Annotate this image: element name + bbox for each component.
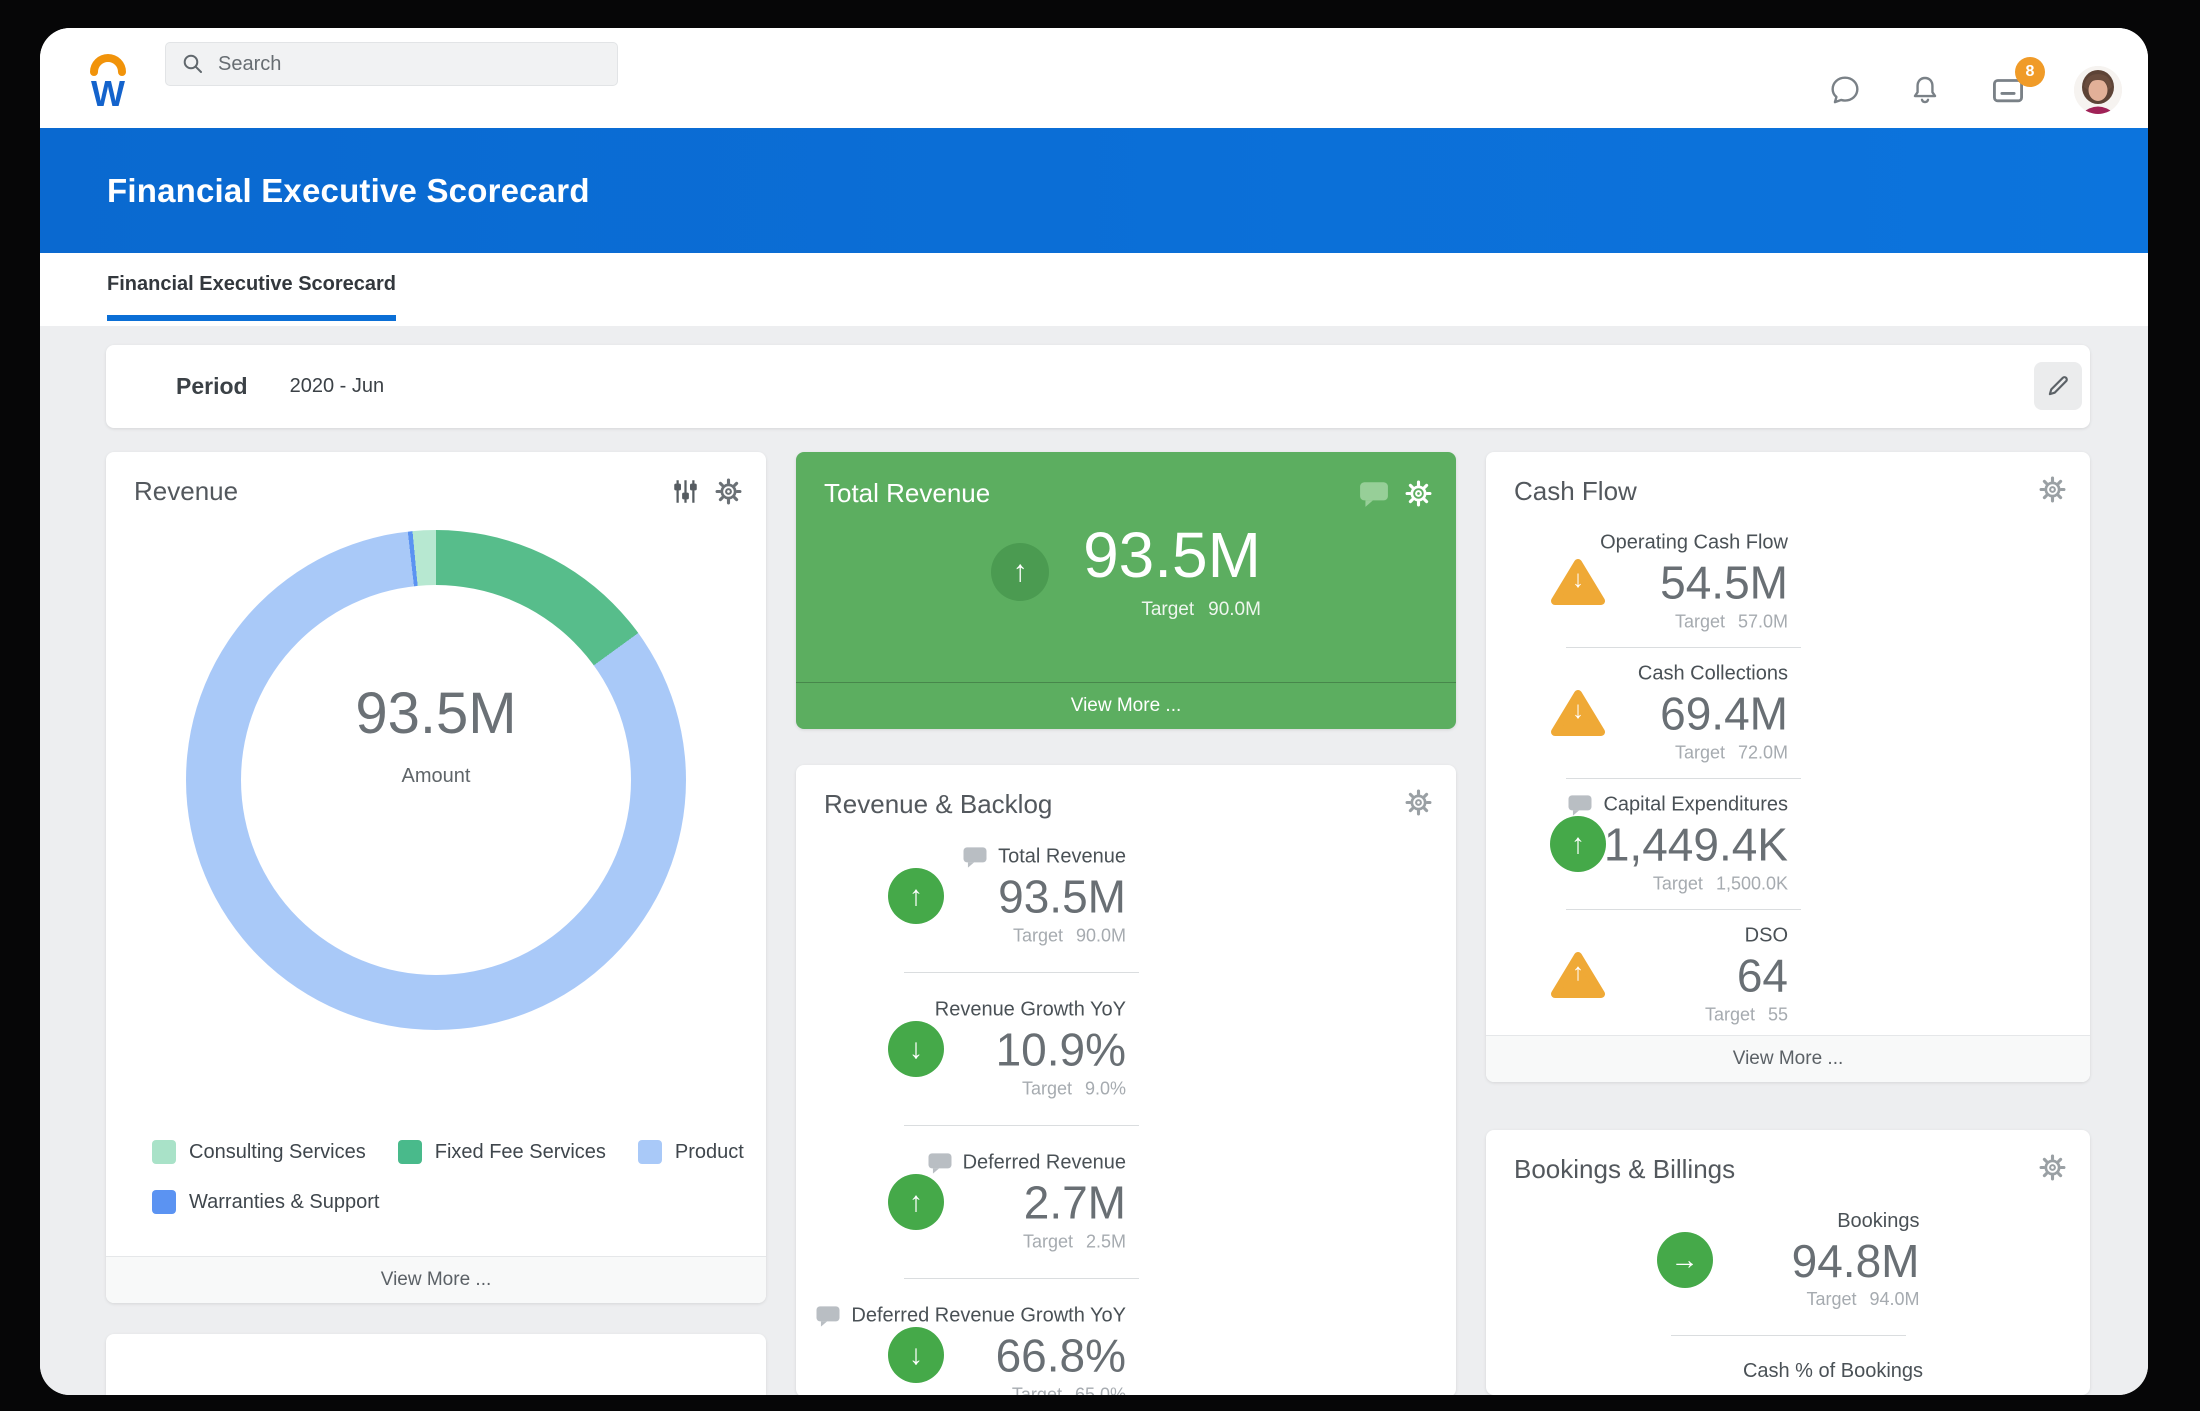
metric-revenue-growth-yoy[interactable]: ↓ Revenue Growth YoY 10.9% Target9.0%: [796, 973, 1456, 1125]
metric-deferred-revenue[interactable]: ↑ Deferred Revenue 2.7M Target2.5M: [796, 1126, 1456, 1278]
legend-item[interactable]: Fixed Fee Services: [398, 1140, 606, 1164]
legend-item[interactable]: Product: [638, 1140, 744, 1164]
period-value: 2020 - Jun: [290, 375, 385, 398]
chat-icon[interactable]: [1828, 73, 1862, 107]
period-card: Period 2020 - Jun: [106, 345, 2090, 428]
total-revenue-target: Target90.0M: [1083, 599, 1261, 621]
topbar: W Search: [40, 28, 2148, 128]
total-revenue-title: Total Revenue: [824, 478, 990, 509]
legend-swatch: [152, 1190, 176, 1214]
legend-swatch: [152, 1140, 176, 1164]
tab-bar: Financial Executive Scorecard: [40, 253, 2148, 326]
period-label: Period: [176, 373, 248, 400]
revenue-card: Revenue: [106, 452, 766, 1303]
bookings-billings-card: Bookings & Billings →: [1486, 1130, 2090, 1395]
comment-icon[interactable]: [1359, 480, 1389, 508]
user-avatar[interactable]: [2074, 66, 2122, 114]
search-placeholder: Search: [218, 53, 281, 76]
revenue-backlog-card: Revenue & Backlog ↑: [796, 765, 1456, 1395]
donut-center: 93.5M Amount: [186, 680, 686, 788]
revenue-donut-chart[interactable]: 93.5M Amount: [186, 530, 686, 1030]
search-icon: [182, 53, 204, 75]
next-card-peek: [106, 1334, 766, 1395]
page-header: Financial Executive Scorecard: [40, 128, 2148, 253]
revenue-backlog-title: Revenue & Backlog: [824, 789, 1052, 820]
tab-financial-executive-scorecard[interactable]: Financial Executive Scorecard: [107, 253, 396, 326]
page-title: Financial Executive Scorecard: [107, 172, 590, 210]
svg-text:W: W: [91, 73, 125, 108]
arrow-right-circle-icon: →: [1657, 1232, 1713, 1288]
gear-icon[interactable]: [715, 478, 742, 505]
search-input[interactable]: Search: [165, 42, 618, 86]
inbox-tray-icon[interactable]: 8: [1988, 73, 2028, 107]
dashboard-content: Period 2020 - Jun Revenue: [40, 326, 2148, 1395]
comment-icon: [1567, 794, 1593, 817]
revenue-card-title: Revenue: [134, 476, 238, 507]
revenue-view-more-button[interactable]: View More ...: [106, 1256, 766, 1303]
app-window: W Search: [40, 28, 2148, 1395]
metric-dso[interactable]: ↑ DSO 64 Target55: [1486, 910, 2090, 1040]
legend-swatch: [638, 1140, 662, 1164]
gear-icon[interactable]: [1405, 789, 1432, 816]
comment-icon: [962, 846, 988, 869]
comment-icon: [815, 1305, 841, 1328]
cash-flow-title: Cash Flow: [1514, 476, 1637, 507]
gear-icon[interactable]: [2039, 476, 2066, 503]
bookings-billings-title: Bookings & Billings: [1514, 1154, 1735, 1185]
inbox-badge: 8: [2015, 57, 2045, 87]
metric-deferred-revenue-growth-yoy[interactable]: ↓ Deferred Revenue Growth YoY 66.8% Targ…: [796, 1279, 1456, 1395]
gear-icon[interactable]: [1405, 480, 1432, 507]
cash-flow-view-more-button[interactable]: View More ...: [1486, 1035, 2090, 1082]
metric-capital-expenditures[interactable]: ↑ Capital Expenditures 1,449.4K Target1,…: [1486, 779, 2090, 909]
metric-total-revenue[interactable]: ↑ Total Revenue 93.5M Target90.0M: [796, 820, 1456, 972]
legend-item[interactable]: Consulting Services: [152, 1140, 366, 1164]
arrow-up-circle-icon: ↑: [991, 543, 1049, 601]
metric-operating-cash-flow[interactable]: ↓ Operating Cash Flow 54.5M Target57.0M: [1486, 517, 2090, 647]
total-revenue-value: 93.5M: [1083, 522, 1261, 589]
legend-swatch: [398, 1140, 422, 1164]
active-tab-indicator: [107, 315, 396, 321]
metric-bookings[interactable]: → Bookings 94.8M Target94.0M: [1486, 1185, 2090, 1335]
donut-total-label: Amount: [186, 765, 686, 788]
edit-period-button[interactable]: [2034, 362, 2082, 410]
total-revenue-card: Total Revenue: [796, 452, 1456, 729]
total-revenue-metric: ↑ 93.5M Target90.0M: [796, 522, 1456, 621]
notifications-bell-icon[interactable]: [1908, 73, 1942, 107]
filter-sliders-icon[interactable]: [672, 478, 699, 505]
topbar-actions: 8: [1828, 64, 2122, 116]
cash-flow-card: Cash Flow: [1486, 452, 2090, 1082]
workday-logo-icon[interactable]: W: [86, 50, 130, 108]
metric-cash-collections[interactable]: ↓ Cash Collections 69.4M Target72.0M: [1486, 648, 2090, 778]
gear-icon[interactable]: [2039, 1154, 2066, 1181]
metric-cash-pct-of-bookings-label: Cash % of Bookings: [1486, 1336, 2090, 1383]
donut-legend: Consulting Services Fixed Fee Services P…: [152, 1140, 732, 1240]
donut-total-value: 93.5M: [186, 680, 686, 747]
comment-icon: [927, 1152, 953, 1175]
total-revenue-view-more-button[interactable]: View More ...: [796, 682, 1456, 729]
legend-item[interactable]: Warranties & Support: [152, 1190, 379, 1214]
pencil-icon: [2045, 373, 2071, 399]
